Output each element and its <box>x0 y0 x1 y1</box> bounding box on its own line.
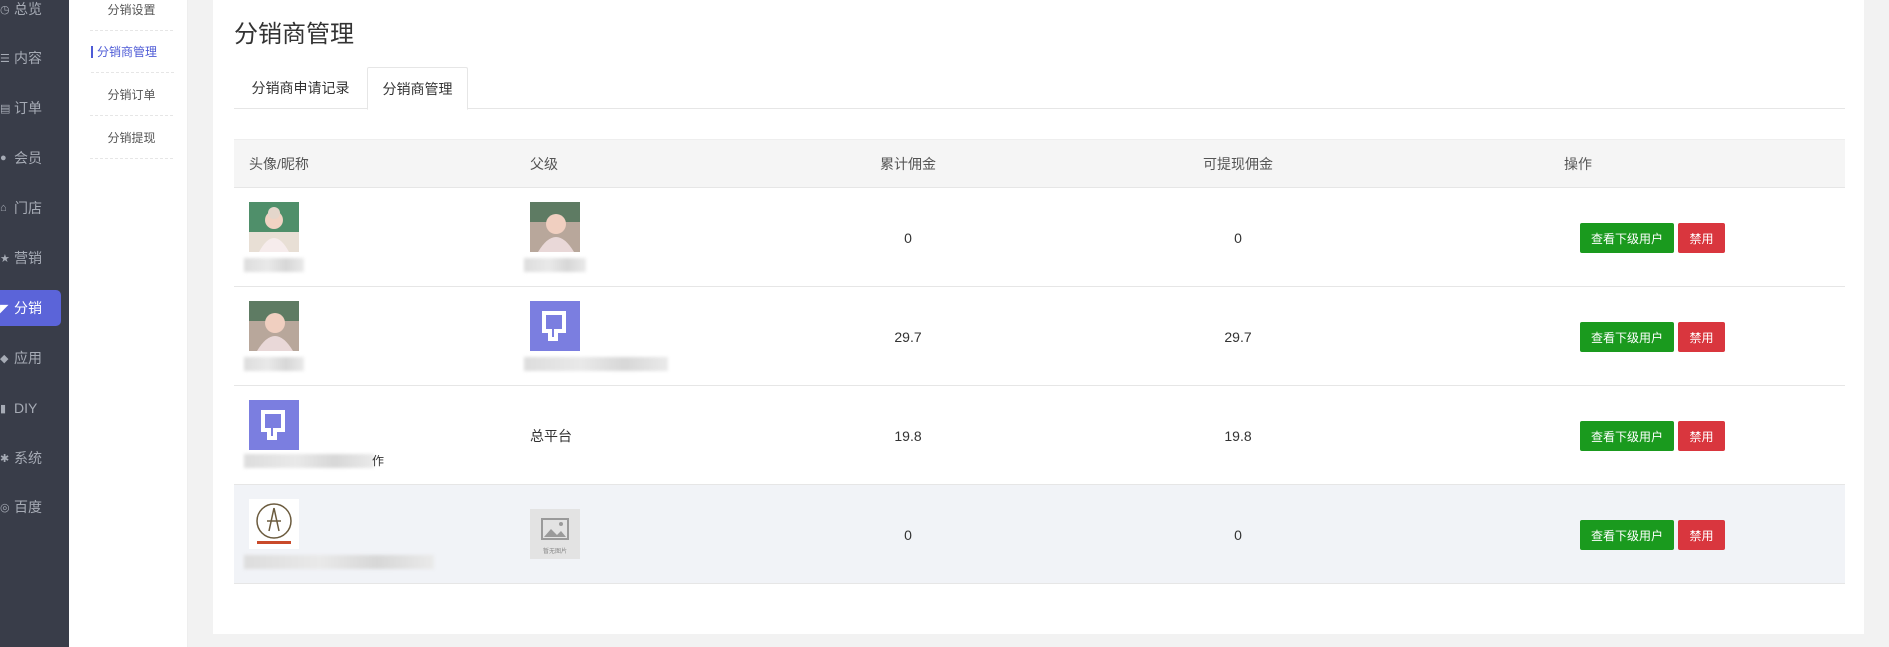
table-row: 作 总平台 19.8 19.8 查看下级用户 禁用 <box>234 386 1845 485</box>
total-commission: 19.8 <box>894 427 922 444</box>
avatar <box>249 400 299 450</box>
parent-avatar-placeholder: 暂无图片 <box>530 509 580 559</box>
nickname-tail: 作 <box>372 454 385 468</box>
nickname-blurred <box>244 357 304 371</box>
nickname-blurred <box>244 555 434 569</box>
col-total-commission: 累计佣金 <box>880 156 936 172</box>
view-subordinates-button[interactable]: 查看下级用户 <box>1580 223 1674 253</box>
table-row: 29.7 29.7 查看下级用户 禁用 <box>234 287 1845 386</box>
nav-item-marketing[interactable]: ★ 营销 <box>0 240 69 276</box>
ban-button[interactable]: 禁用 <box>1678 223 1725 253</box>
main-nav: ◷ 总览 ☰ 内容 ▤ 订单 ● 会员 ⌂ 门店 ★ 营销 ◤ 分销 ◆ 应用 ▮ DIY ✱ 系统… <box>0 0 69 647</box>
table-row: 0 0 查看下级用户 禁用 <box>234 188 1845 287</box>
nav-item-system[interactable]: ✱ 系统 <box>0 440 69 476</box>
parent-name: 总平台 <box>530 427 572 444</box>
distributor-table: 头像/昵称 父级 累计佣金 可提现佣金 操作 0 0 查看下级用户 禁用 29.… <box>234 139 1845 584</box>
nav-item-baidu[interactable]: ◎ 百度 <box>0 489 69 525</box>
total-commission: 0 <box>904 229 912 246</box>
table-row: 暂无图片 0 0 查看下级用户 禁用 <box>234 485 1845 584</box>
view-subordinates-button[interactable]: 查看下级用户 <box>1580 520 1674 550</box>
order-icon: ▤ <box>0 102 11 115</box>
diy-icon: ▮ <box>0 402 7 415</box>
main-card: 分销商管理 分销商申请记录 分销商管理 头像/昵称 父级 累计佣金 可提现佣金 … <box>213 0 1864 634</box>
parent-avatar <box>530 202 580 252</box>
col-withdrawable: 可提现佣金 <box>1203 156 1273 172</box>
list-icon: ☰ <box>0 52 10 65</box>
page-title: 分销商管理 <box>234 21 354 48</box>
nickname-blurred <box>244 258 304 272</box>
nav-item-orders[interactable]: ▤ 订单 <box>0 90 69 126</box>
distribution-icon: ◤ <box>0 302 9 315</box>
gear-icon: ✱ <box>0 452 10 465</box>
subnav-item-settings[interactable]: 分销设置 <box>90 0 173 31</box>
col-actions: 操作 <box>1564 156 1592 172</box>
total-commission: 0 <box>904 526 912 543</box>
ban-button[interactable]: 禁用 <box>1678 421 1725 451</box>
member-icon: ● <box>0 152 7 164</box>
nickname-blurred <box>244 454 374 468</box>
withdrawable-commission: 29.7 <box>1224 328 1252 345</box>
nav-item-stores[interactable]: ⌂ 门店 <box>0 190 69 226</box>
col-avatar-nickname: 头像/昵称 <box>249 156 309 172</box>
avatar <box>249 301 299 351</box>
dashboard-icon: ◷ <box>0 3 10 16</box>
app-icon: ◆ <box>0 352 9 365</box>
tab-application-records[interactable]: 分销商申请记录 <box>234 67 367 109</box>
no-image-label: 暂无图片 <box>542 549 567 555</box>
nav-item-diy[interactable]: ▮ DIY <box>0 390 69 426</box>
marketing-icon: ★ <box>0 252 10 265</box>
subnav-item-withdraw[interactable]: 分销提现 <box>90 117 173 159</box>
nav-item-apps[interactable]: ◆ 应用 <box>0 340 69 376</box>
sub-nav: 分销设置 分销商管理 分销订单 分销提现 <box>69 0 188 647</box>
view-subordinates-button[interactable]: 查看下级用户 <box>1580 322 1674 352</box>
nav-item-content[interactable]: ☰ 内容 <box>0 40 69 76</box>
ban-button[interactable]: 禁用 <box>1678 520 1725 550</box>
tab-distributor-manage[interactable]: 分销商管理 <box>367 67 468 110</box>
subnav-item-distributor-manage[interactable]: 分销商管理 <box>91 31 174 73</box>
ban-button[interactable]: 禁用 <box>1678 322 1725 352</box>
nav-item-overview[interactable]: ◷ 总览 <box>0 0 69 27</box>
parent-nickname-blurred <box>524 357 668 371</box>
view-subordinates-button[interactable]: 查看下级用户 <box>1580 421 1674 451</box>
parent-nickname-blurred <box>524 258 586 272</box>
baidu-icon: ◎ <box>0 501 10 514</box>
withdrawable-commission: 0 <box>1234 526 1242 543</box>
store-icon: ⌂ <box>0 202 7 214</box>
col-parent: 父级 <box>530 156 558 172</box>
avatar <box>249 499 299 549</box>
subnav-item-orders[interactable]: 分销订单 <box>90 74 173 116</box>
withdrawable-commission: 19.8 <box>1224 427 1252 444</box>
avatar <box>249 202 299 252</box>
withdrawable-commission: 0 <box>1234 229 1242 246</box>
nav-item-distribution[interactable]: ◤ 分销 <box>0 290 61 326</box>
nav-item-members[interactable]: ● 会员 <box>0 140 69 176</box>
parent-avatar <box>530 301 580 351</box>
tab-bar: 分销商申请记录 分销商管理 <box>234 67 1845 110</box>
total-commission: 29.7 <box>894 328 922 345</box>
table-header: 头像/昵称 父级 累计佣金 可提现佣金 操作 <box>234 140 1845 188</box>
